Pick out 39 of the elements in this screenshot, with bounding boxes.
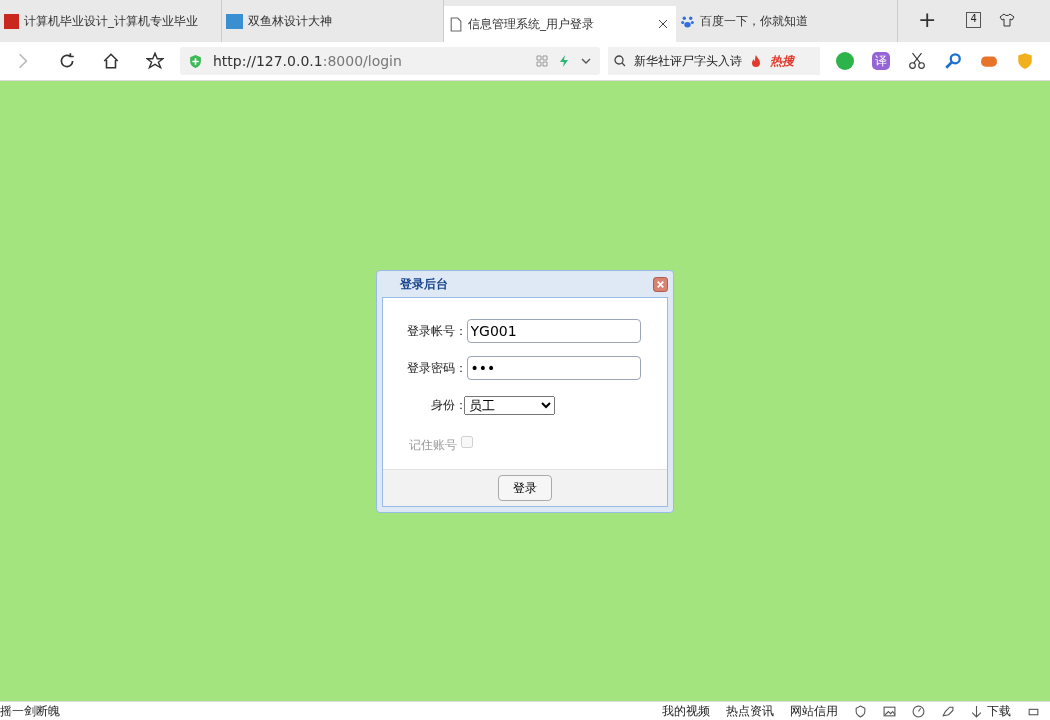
site-logo-icon bbox=[4, 13, 19, 29]
role-select[interactable]: 员工 bbox=[463, 395, 555, 415]
page-icon bbox=[448, 16, 463, 32]
status-link[interactable]: 热点资讯 bbox=[726, 702, 774, 720]
search-field[interactable]: 新华社评尸字头入诗 热搜 bbox=[608, 47, 820, 75]
account-field[interactable]: YG001 bbox=[466, 319, 641, 343]
close-icon[interactable] bbox=[658, 19, 668, 29]
remember-label: 记住账号 bbox=[408, 436, 457, 454]
url-text: http://127.0.0.1:8000/login bbox=[213, 53, 403, 69]
scissors-icon[interactable] bbox=[908, 52, 926, 70]
translate-button[interactable]: 译 bbox=[872, 52, 890, 70]
speed-icon[interactable] bbox=[912, 704, 925, 718]
search-icon bbox=[614, 55, 626, 67]
reload-icon[interactable] bbox=[58, 52, 76, 70]
hot-search-label[interactable]: 热搜 bbox=[770, 52, 794, 70]
login-button[interactable]: 登录 bbox=[497, 475, 552, 501]
password-field[interactable]: ••• bbox=[466, 356, 641, 380]
shield-icon[interactable] bbox=[854, 704, 867, 718]
shirt-icon[interactable] bbox=[998, 12, 1015, 28]
field-label: 登录帐号： bbox=[406, 322, 467, 340]
close-icon[interactable] bbox=[652, 276, 668, 292]
magnifier-icon[interactable] bbox=[944, 52, 962, 70]
status-text: 摇一剑断魄 bbox=[0, 702, 60, 720]
shield-icon bbox=[188, 53, 203, 69]
new-tab-button[interactable]: + bbox=[918, 6, 937, 42]
image-icon[interactable] bbox=[883, 704, 896, 718]
dialog-title: 登录后台 bbox=[399, 275, 448, 293]
field-label: 登录密码： bbox=[406, 359, 467, 377]
download-link[interactable]: 下载 bbox=[987, 702, 1011, 720]
address-bar[interactable]: http://127.0.0.1:8000/login bbox=[180, 47, 600, 75]
download-arrow-icon[interactable] bbox=[970, 704, 983, 718]
status-link[interactable]: 网站信用 bbox=[790, 702, 838, 720]
tab-count[interactable]: 4 bbox=[966, 12, 981, 28]
home-icon[interactable] bbox=[102, 52, 120, 70]
site-logo-icon bbox=[226, 13, 243, 29]
flame-icon bbox=[750, 55, 762, 67]
status-link[interactable]: 我的视频 bbox=[662, 702, 710, 720]
star-icon[interactable] bbox=[146, 52, 164, 70]
browser-tab[interactable]: 信息管理系统_用户登录 bbox=[444, 6, 676, 42]
